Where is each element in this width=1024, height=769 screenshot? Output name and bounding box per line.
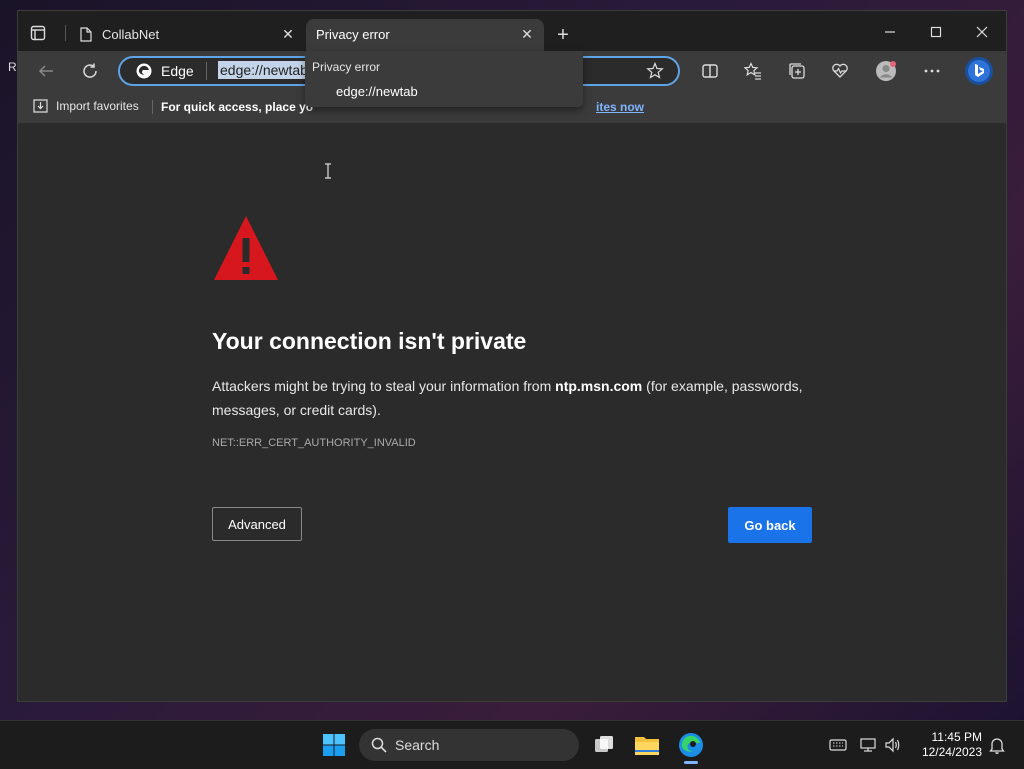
- url-input[interactable]: edge://newtab: [218, 61, 310, 79]
- divider: [152, 100, 153, 114]
- clock-date: 12/24/2023: [921, 745, 982, 759]
- maximize-icon[interactable]: [924, 21, 948, 43]
- description-text: Attackers might be trying to steal your …: [212, 378, 556, 394]
- keyboard-icon[interactable]: [828, 735, 848, 755]
- collections-icon[interactable]: [785, 59, 809, 83]
- edge-taskbar-icon[interactable]: [675, 729, 707, 761]
- close-window-icon[interactable]: [970, 21, 994, 43]
- profile-avatar-icon[interactable]: [874, 59, 898, 83]
- import-favorites-button[interactable]: Import favorites: [32, 99, 139, 113]
- import-favorites-label: Import favorites: [56, 99, 139, 113]
- tab-separator: [65, 25, 66, 41]
- manage-favorites-link[interactable]: ites now: [596, 100, 644, 114]
- dropdown-title: Privacy error: [312, 60, 381, 74]
- favorites-hint-text: For quick access, place yo: [161, 100, 314, 114]
- browser-window: CollabNet ✕ Privacy error ✕ + Edge edge:…: [17, 10, 1007, 702]
- volume-icon[interactable]: [883, 735, 903, 755]
- suggestion-item[interactable]: edge://newtab: [336, 84, 418, 99]
- new-tab-button[interactable]: +: [552, 25, 574, 47]
- tab-label: CollabNet: [102, 27, 160, 42]
- tab-collabnet[interactable]: CollabNet ✕: [70, 19, 305, 51]
- site-info-label: Edge: [161, 63, 194, 79]
- tab-strip: CollabNet ✕ Privacy error ✕ +: [18, 11, 1006, 51]
- copilot-bing-icon[interactable]: [963, 55, 995, 87]
- desktop-text: R: [8, 60, 17, 74]
- address-suggestion-dropdown: Privacy error edge://newtab: [305, 51, 583, 107]
- go-back-button[interactable]: Go back: [728, 507, 812, 543]
- network-icon[interactable]: [859, 735, 879, 755]
- task-view-icon[interactable]: [588, 729, 620, 761]
- taskbar-search-box[interactable]: Search: [359, 729, 579, 761]
- taskbar-clock[interactable]: 11:45 PM 12/24/2023: [912, 730, 982, 760]
- close-icon[interactable]: ✕: [520, 26, 534, 42]
- page-content: Your connection isn't private Attackers …: [18, 123, 1006, 701]
- active-app-indicator: [684, 761, 698, 764]
- advanced-button[interactable]: Advanced: [212, 507, 302, 541]
- add-favorite-star-icon[interactable]: [646, 62, 664, 80]
- windows-start-icon[interactable]: [318, 729, 350, 761]
- refresh-icon[interactable]: [78, 59, 102, 83]
- tab-label: Privacy error: [316, 27, 390, 42]
- import-icon: [33, 99, 48, 113]
- tab-actions-icon[interactable]: [28, 23, 48, 43]
- minimize-icon[interactable]: [878, 21, 902, 43]
- close-icon[interactable]: ✕: [281, 26, 295, 42]
- taskbar: Search 11:45 PM 12/24/2023: [0, 720, 1024, 769]
- text-cursor-icon: [325, 163, 331, 179]
- tab-privacy-error[interactable]: Privacy error ✕: [306, 19, 544, 51]
- divider: [206, 62, 207, 80]
- favorites-icon[interactable]: [741, 59, 765, 83]
- host-name: ntp.msn.com: [555, 378, 643, 394]
- edge-icon: [136, 63, 152, 79]
- back-arrow-icon[interactable]: [34, 59, 58, 83]
- split-screen-icon[interactable]: [698, 59, 722, 83]
- file-explorer-icon[interactable]: [631, 729, 663, 761]
- search-label: Search: [395, 737, 440, 753]
- error-description: Attackers might be trying to steal your …: [212, 374, 832, 422]
- notification-bell-icon[interactable]: [987, 735, 1007, 755]
- browser-essentials-icon[interactable]: [828, 59, 852, 83]
- more-menu-icon[interactable]: [920, 59, 944, 83]
- page-title: Your connection isn't private: [212, 328, 527, 354]
- clock-time: 11:45 PM: [931, 730, 982, 744]
- page-icon: [80, 27, 92, 42]
- search-icon: [371, 737, 387, 753]
- error-code: NET::ERR_CERT_AUTHORITY_INVALID: [212, 437, 416, 449]
- warning-triangle-icon: [214, 216, 278, 280]
